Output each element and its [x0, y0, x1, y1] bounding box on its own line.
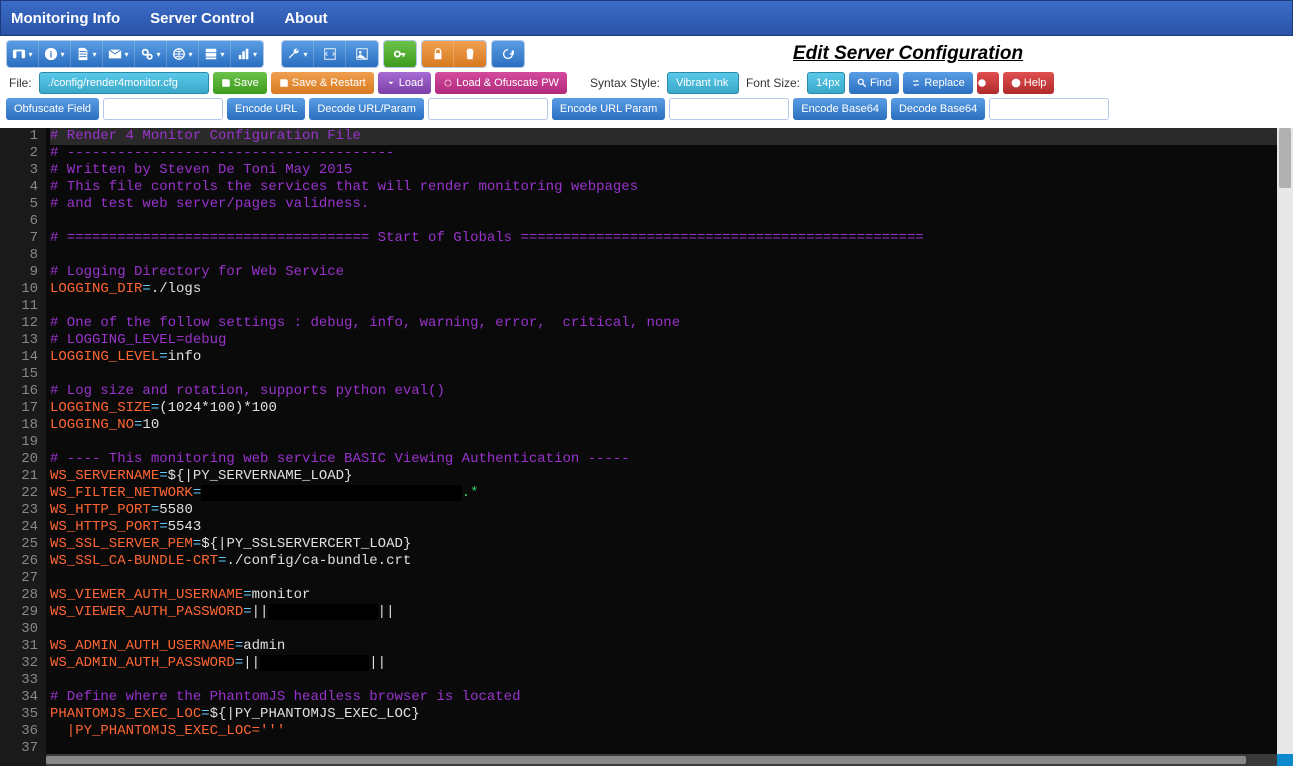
- code-line[interactable]: LOGGING_LEVEL=info: [50, 349, 1289, 366]
- code-line[interactable]: # and test web server/pages validness.: [50, 196, 1289, 213]
- trash-icon[interactable]: [454, 41, 486, 67]
- obfuscate-input[interactable]: [103, 98, 223, 120]
- code-line[interactable]: WS_FILTER_NETWORK= .*: [50, 485, 1289, 502]
- code-icon[interactable]: [314, 41, 346, 67]
- code-line[interactable]: WS_SSL_SERVER_PEM=${|PY_SSLSERVERCERT_LO…: [50, 536, 1289, 553]
- code-line[interactable]: # --------------------------------------…: [50, 145, 1289, 162]
- mail-icon[interactable]: ▾: [103, 41, 135, 67]
- code-line[interactable]: |PY_PHANTOMJS_EXEC_LOC=''': [50, 723, 1289, 740]
- lock-icon[interactable]: [422, 41, 454, 67]
- server-icon[interactable]: ▾: [199, 41, 231, 67]
- decode-base64-button[interactable]: Decode Base64: [891, 98, 985, 120]
- page-title: Edit Server Configuration: [529, 43, 1287, 65]
- replace-button[interactable]: Replace: [903, 72, 972, 94]
- code-line[interactable]: # LOGGING_LEVEL=debug: [50, 332, 1289, 349]
- code-line[interactable]: [50, 621, 1289, 638]
- code-area[interactable]: # Render 4 Monitor Configuration File# -…: [46, 128, 1293, 766]
- code-line[interactable]: WS_ADMIN_AUTH_USERNAME=admin: [50, 638, 1289, 655]
- icon-group-1: ▾ i▾ ▾ ▾ ▾ ▾ ▾ ▾: [6, 40, 264, 68]
- top-nav: Monitoring Info Server Control About: [0, 0, 1293, 36]
- icon-group-2: ▾: [281, 40, 379, 68]
- code-line[interactable]: [50, 298, 1289, 315]
- image-icon[interactable]: [346, 41, 378, 67]
- svg-text:?: ?: [1014, 81, 1018, 88]
- code-line[interactable]: # Logging Directory for Web Service: [50, 264, 1289, 281]
- horizontal-scrollbar[interactable]: [46, 754, 1277, 766]
- obfuscate-field-button[interactable]: Obfuscate Field: [6, 98, 99, 120]
- code-line[interactable]: LOGGING_SIZE=(1024*100)*100: [50, 400, 1289, 417]
- wrench-icon[interactable]: ▾: [282, 41, 314, 67]
- code-line[interactable]: # Define where the PhantomJS headless br…: [50, 689, 1289, 706]
- save-button[interactable]: Save: [213, 72, 267, 94]
- binoculars-icon[interactable]: ▾: [7, 41, 39, 67]
- code-line[interactable]: # This file controls the services that w…: [50, 179, 1289, 196]
- code-line[interactable]: WS_ADMIN_AUTH_PASSWORD=|| ||: [50, 655, 1289, 672]
- encode-base64-button[interactable]: Encode Base64: [793, 98, 887, 120]
- syntax-style-select[interactable]: Vibrant Ink: [667, 72, 739, 94]
- code-line[interactable]: WS_HTTP_PORT=5580: [50, 502, 1289, 519]
- file-toolbar-row: File: ./config/render4monitor.cfg Save S…: [6, 72, 1287, 94]
- decode-url-param-button[interactable]: Decode URL/Param: [309, 98, 423, 120]
- globe-icon[interactable]: ▾: [167, 41, 199, 67]
- code-line[interactable]: # ==================================== S…: [50, 230, 1289, 247]
- code-line[interactable]: # One of the follow settings : debug, in…: [50, 315, 1289, 332]
- code-line[interactable]: WS_SSL_CA-BUNDLE-CRT=./config/ca-bundle.…: [50, 553, 1289, 570]
- save-restart-button[interactable]: Save & Restart: [271, 72, 374, 94]
- chart-icon[interactable]: ▾: [231, 41, 263, 67]
- code-line[interactable]: WS_HTTPS_PORT=5543: [50, 519, 1289, 536]
- syntax-style-label: Syntax Style:: [587, 76, 663, 90]
- font-size-select[interactable]: 14px: [807, 72, 845, 94]
- icon-toolbar-row: ▾ i▾ ▾ ▾ ▾ ▾ ▾ ▾ ▾ Edit Server Configura…: [6, 40, 1287, 68]
- code-line[interactable]: [50, 570, 1289, 587]
- gears-icon[interactable]: ▾: [135, 41, 167, 67]
- encode-url-param-button[interactable]: Encode URL Param: [552, 98, 665, 120]
- icon-group-4: [421, 40, 487, 68]
- encode-url-button[interactable]: Encode URL: [227, 98, 305, 120]
- code-line[interactable]: [50, 434, 1289, 451]
- code-line[interactable]: # Written by Steven De Toni May 2015: [50, 162, 1289, 179]
- code-line[interactable]: PHANTOMJS_EXEC_LOC=${|PY_PHANTOMJS_EXEC_…: [50, 706, 1289, 723]
- find-button[interactable]: Find: [849, 72, 899, 94]
- code-line[interactable]: LOGGING_DIR=./logs: [50, 281, 1289, 298]
- font-size-label: Font Size:: [743, 76, 803, 90]
- file-path-input[interactable]: ./config/render4monitor.cfg: [39, 72, 209, 94]
- url-input[interactable]: [428, 98, 548, 120]
- encode-toolbar-row: Obfuscate Field Encode URL Decode URL/Pa…: [6, 98, 1287, 120]
- load-ofuscate-button[interactable]: Load & Ofuscate PW: [435, 72, 567, 94]
- nav-server-control[interactable]: Server Control: [150, 10, 254, 27]
- url-param-input[interactable]: [669, 98, 789, 120]
- code-line[interactable]: # Render 4 Monitor Configuration File: [50, 128, 1289, 145]
- key-icon[interactable]: [384, 41, 416, 67]
- line-gutter: 1234567891011121314151617181920212223242…: [0, 128, 46, 766]
- base64-input[interactable]: [989, 98, 1109, 120]
- code-editor[interactable]: 1234567891011121314151617181920212223242…: [0, 128, 1293, 766]
- code-line[interactable]: # Log size and rotation, supports python…: [50, 383, 1289, 400]
- svg-text:i: i: [50, 50, 52, 60]
- code-line[interactable]: WS_VIEWER_AUTH_PASSWORD=|| ||: [50, 604, 1289, 621]
- refresh-icon[interactable]: [492, 41, 524, 67]
- horizontal-scrollbar-thumb[interactable]: [46, 756, 1246, 764]
- code-line[interactable]: WS_VIEWER_AUTH_USERNAME=monitor: [50, 587, 1289, 604]
- nav-about[interactable]: About: [284, 10, 327, 27]
- document-icon[interactable]: ▾: [71, 41, 103, 67]
- code-line[interactable]: LOGGING_NO=10: [50, 417, 1289, 434]
- vertical-scrollbar[interactable]: [1277, 128, 1293, 754]
- vertical-scrollbar-thumb[interactable]: [1279, 128, 1291, 188]
- code-line[interactable]: # ---- This monitoring web service BASIC…: [50, 451, 1289, 468]
- icon-group-3: [383, 40, 417, 68]
- file-label: File:: [6, 76, 35, 90]
- icon-group-5: [491, 40, 525, 68]
- info-icon[interactable]: i▾: [39, 41, 71, 67]
- help-button[interactable]: ?Help: [1003, 72, 1055, 94]
- scrollbar-corner: [1277, 754, 1293, 766]
- code-line[interactable]: [50, 672, 1289, 689]
- code-line[interactable]: [50, 247, 1289, 264]
- code-line[interactable]: [50, 366, 1289, 383]
- load-button[interactable]: Load: [378, 72, 431, 94]
- toolbar-area: ▾ i▾ ▾ ▾ ▾ ▾ ▾ ▾ ▾ Edit Server Configura…: [0, 36, 1293, 128]
- nav-monitoring-info[interactable]: Monitoring Info: [11, 10, 120, 27]
- code-line[interactable]: [50, 213, 1289, 230]
- code-line[interactable]: WS_SERVERNAME=${|PY_SERVERNAME_LOAD}: [50, 468, 1289, 485]
- stop-button[interactable]: [977, 72, 999, 94]
